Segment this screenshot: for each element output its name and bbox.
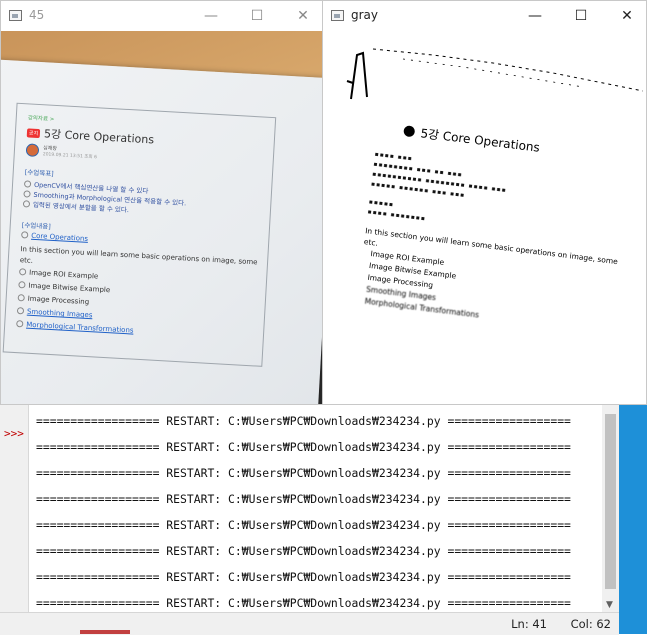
image-canvas: 강의자료 > 공지 5강 Core Operations 심재창 2019.09… <box>1 31 322 404</box>
list-item: Image ROI Example <box>28 268 99 281</box>
grayscale-canvas: 5강 Core Operations ▪▪▪▪ ▪▪▪ ▪▪▪▪▪▪▪▪ ▪▪▪… <box>323 31 646 404</box>
list-item: Image Processing <box>27 294 90 307</box>
column-number: Col: 62 <box>570 617 611 631</box>
scroll-down-icon[interactable]: ▼ <box>606 600 613 610</box>
paper-edge-noise <box>346 48 643 100</box>
minimize-button[interactable]: — <box>523 5 547 27</box>
lecture-title: 5강 Core Operations <box>419 126 541 155</box>
core-operations-link: Core Operations <box>30 231 89 243</box>
image-window-gray: gray — ☐ ✕ 5강 Core Operations ▪▪▪▪ ▪▪▪ ▪… <box>322 0 647 405</box>
bullet-icon <box>16 307 25 315</box>
shell-line: ================== RESTART: C:₩Users₩PC₩… <box>36 518 571 532</box>
python-shell-window: >>> ================== RESTART: C:₩Users… <box>0 404 647 635</box>
taskbar-item[interactable] <box>80 630 130 634</box>
window-app-icon <box>331 10 344 21</box>
bullet-icon <box>18 281 26 289</box>
bullet-icon <box>22 200 31 208</box>
maximize-button[interactable]: ☐ <box>245 5 269 27</box>
window-title: 45 <box>29 8 45 22</box>
vertical-scrollbar[interactable]: ▼ <box>602 404 619 612</box>
minimize-button[interactable]: — <box>199 5 223 27</box>
shell-line: ================== RESTART: C:₩Users₩PC₩… <box>36 492 571 506</box>
list-item: Image Bitwise Example <box>28 281 111 295</box>
bullet-icon <box>23 190 31 198</box>
window-titlebar[interactable]: gray — ☐ ✕ <box>323 1 646 31</box>
shell-output[interactable]: ================== RESTART: C:₩Users₩PC₩… <box>36 412 602 620</box>
close-button[interactable]: ✕ <box>291 5 315 27</box>
morphological-link: Morphological Transformations <box>26 320 134 335</box>
shell-line: ================== RESTART: C:₩Users₩PC₩… <box>36 414 571 428</box>
paper-content: 강의자료 > 공지 5강 Core Operations 심재창 2019.09… <box>16 113 278 345</box>
scrollbar-thumb[interactable] <box>605 414 616 589</box>
shell-line: ================== RESTART: C:₩Users₩PC₩… <box>36 544 571 558</box>
photographed-paper: 강의자료 > 공지 5강 Core Operations 심재창 2019.09… <box>1 59 322 404</box>
image-window-45: 45 — ☐ ✕ 강의자료 > 공지 5강 Core Operations 심재… <box>0 0 323 405</box>
notice-badge: 공지 <box>26 127 41 138</box>
bullet-icon <box>17 294 25 302</box>
shell-prompt: >>> <box>4 427 24 440</box>
smoothing-link: Smoothing Images <box>26 307 93 320</box>
avatar <box>25 143 40 158</box>
shell-line: ================== RESTART: C:₩Users₩PC₩… <box>36 466 571 480</box>
window-app-icon <box>9 10 22 21</box>
bullet-icon <box>21 231 29 239</box>
desktop-background <box>619 404 647 634</box>
avatar <box>403 125 416 138</box>
bullet-icon <box>18 268 27 276</box>
shell-line: ================== RESTART: C:₩Users₩PC₩… <box>36 570 571 584</box>
shell-gutter: >>> <box>0 404 29 612</box>
shell-line: ================== RESTART: C:₩Users₩PC₩… <box>36 440 571 454</box>
close-button[interactable]: ✕ <box>615 5 639 27</box>
window-titlebar[interactable]: 45 — ☐ ✕ <box>1 1 322 31</box>
bullet-icon <box>23 180 32 188</box>
line-number: Ln: 41 <box>511 617 547 631</box>
lecture-title: 5강 Core Operations <box>43 127 155 147</box>
maximize-button[interactable]: ☐ <box>569 5 593 27</box>
thresholded-document: 5강 Core Operations ▪▪▪▪ ▪▪▪ ▪▪▪▪▪▪▪▪ ▪▪▪… <box>356 119 646 339</box>
bullet-icon <box>16 320 24 328</box>
window-title: gray <box>351 8 379 22</box>
